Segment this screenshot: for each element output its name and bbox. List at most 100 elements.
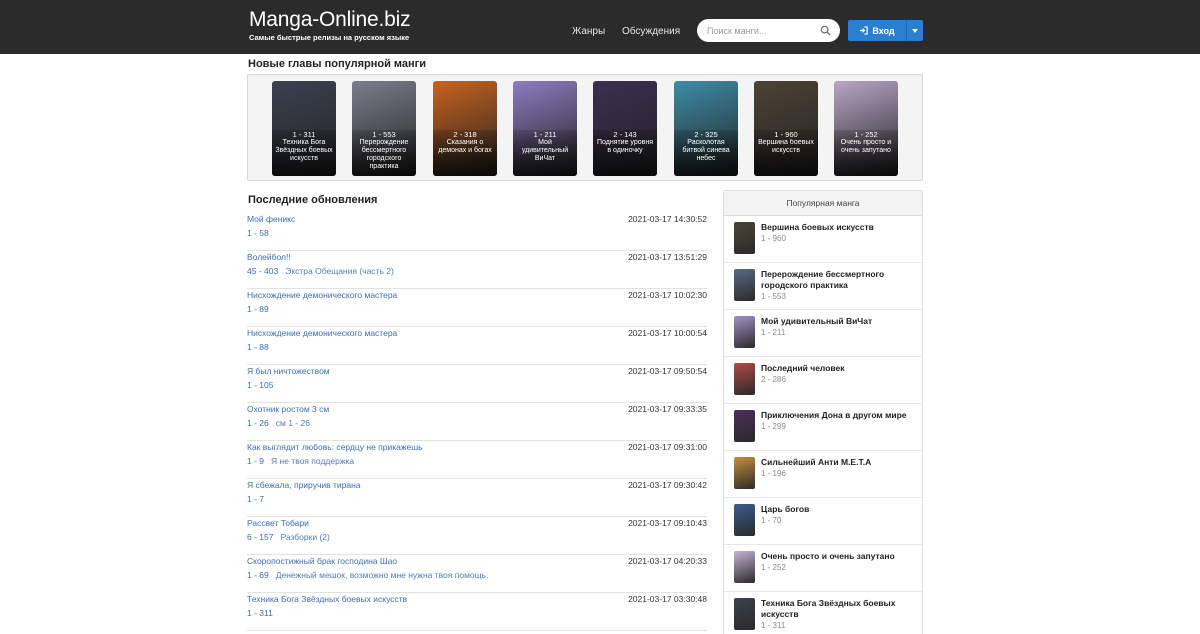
update-title-link[interactable]: Как выглядит любовь: сердцу не прикажешь bbox=[247, 442, 423, 452]
update-row: Я был ничтожеством 2021-03-17 09:50:54 1 -… bbox=[247, 365, 707, 403]
update-chapters-link[interactable]: 1 - 88 bbox=[247, 342, 269, 352]
update-chapters-link[interactable]: 1 - 9 bbox=[247, 456, 264, 466]
popular-manga-thumbnail[interactable] bbox=[734, 269, 755, 301]
update-chapter-line: 1 - 88 bbox=[247, 342, 269, 352]
update-chapter-line: 1 - 9 Я не твоя поддержка bbox=[247, 456, 354, 466]
update-chapters-link[interactable]: 1 - 7 bbox=[247, 494, 264, 504]
update-title-link[interactable]: Я сбежала, приручив тирана bbox=[247, 480, 361, 490]
popular-manga-thumbnail[interactable] bbox=[734, 504, 755, 536]
cover-chapters: 1 - 311 bbox=[292, 130, 316, 139]
popular-manga-item[interactable]: Последний человек 2 - 286 bbox=[724, 357, 922, 404]
popular-manga-thumbnail[interactable] bbox=[734, 363, 755, 395]
popular-manga-item[interactable]: Перерождение бессмертного городского пра… bbox=[724, 263, 922, 310]
update-chapters-link[interactable]: 1 - 26 bbox=[247, 418, 269, 428]
update-title-link[interactable]: Волейбол!! bbox=[247, 252, 291, 262]
popular-manga-title: Популярная манга bbox=[724, 191, 922, 216]
update-chapter-line: 6 - 157 Разборки (2) bbox=[247, 532, 330, 542]
update-chapters-link[interactable]: 1 - 58 bbox=[247, 228, 269, 238]
update-chapter-line: 1 - 7 bbox=[247, 494, 264, 504]
popular-manga-title[interactable]: Сильнейший Анти M.E.T.A bbox=[761, 457, 916, 468]
search-input[interactable] bbox=[707, 24, 817, 37]
login-button[interactable]: Вход bbox=[848, 20, 906, 41]
update-chapter-note[interactable]: см 1 - 26 bbox=[276, 418, 310, 428]
manga-cover-card[interactable]: 2 - 325 Расколотая битвой синева небес bbox=[674, 81, 738, 176]
update-chapters-link[interactable]: 45 - 403 bbox=[247, 266, 278, 276]
update-chapter-line: 1 - 105 bbox=[247, 380, 273, 390]
popular-manga-title[interactable]: Мой удивительный ВиЧат bbox=[761, 316, 916, 327]
manga-cover-card[interactable]: 2 - 318 Сказания о демонах и богах bbox=[433, 81, 497, 176]
nav-discussions[interactable]: Обсуждения bbox=[622, 26, 680, 37]
update-title-link[interactable]: Мой феникс bbox=[247, 214, 295, 224]
update-row: Скоропостижный брак господина Шао 2021-03… bbox=[247, 555, 707, 593]
popular-manga-item[interactable]: Мой удивительный ВиЧат 1 - 211 bbox=[724, 310, 922, 357]
update-chapters-link[interactable]: 1 - 69 bbox=[247, 570, 269, 580]
popular-manga-title[interactable]: Приключения Дона в другом мире bbox=[761, 410, 916, 421]
update-date: 2021-03-17 03:30:48 bbox=[628, 594, 707, 604]
login-label: Вход bbox=[872, 25, 895, 36]
popular-manga-item[interactable]: Вершина боевых искусств 1 - 960 bbox=[724, 216, 922, 263]
site-logo[interactable]: Manga-Online.biz bbox=[249, 8, 411, 32]
search-icon[interactable] bbox=[820, 25, 831, 36]
cover-title: Поднятие уровня в одиночку bbox=[596, 139, 654, 154]
popular-manga-title[interactable]: Последний человек bbox=[761, 363, 916, 374]
popular-manga-chapters: 1 - 960 bbox=[761, 234, 786, 243]
popular-manga-title[interactable]: Вершина боевых искусств bbox=[761, 222, 916, 233]
cover-title: Вершина боевых искусств bbox=[758, 139, 814, 154]
popular-manga-thumbnail[interactable] bbox=[734, 598, 755, 630]
update-chapters-link[interactable]: 6 - 157 bbox=[247, 532, 273, 542]
update-chapter-line: 1 - 311 bbox=[247, 608, 273, 618]
manga-cover-card[interactable]: 2 - 143 Поднятие уровня в одиночку bbox=[593, 81, 657, 176]
popular-manga-item[interactable]: Техника Бога Звёздных боевых искусств 1 -… bbox=[724, 592, 922, 634]
update-date: 2021-03-17 10:02:30 bbox=[628, 290, 707, 300]
cover-chapters: 2 - 143 bbox=[613, 130, 637, 139]
update-chapters-link[interactable]: 1 - 311 bbox=[247, 608, 273, 618]
cover-chapters: 2 - 318 bbox=[453, 130, 477, 139]
new-chapters-title: Новые главы популярной манги bbox=[248, 58, 427, 70]
popular-manga-thumbnail[interactable] bbox=[734, 551, 755, 583]
popular-manga-thumbnail[interactable] bbox=[734, 316, 755, 348]
update-chapters-link[interactable]: 1 - 105 bbox=[247, 380, 273, 390]
update-row: Рассвет Тобари 2021-03-17 09:10:43 6 - 157… bbox=[247, 517, 707, 555]
popular-manga-panel: Популярная манга Вершина боевых искусств… bbox=[723, 190, 923, 634]
update-title-link[interactable]: Нисхождение демонического мастера bbox=[247, 328, 397, 338]
update-chapter-note[interactable]: Экстра Обещания (часть 2) bbox=[285, 266, 394, 276]
popular-manga-title[interactable]: Очень просто и очень запутано bbox=[761, 551, 916, 562]
update-chapters-link[interactable]: 1 - 89 bbox=[247, 304, 269, 314]
update-chapter-line: 1 - 58 bbox=[247, 228, 269, 238]
cover-title: Техника Бога Звёздных боевых искусств bbox=[275, 139, 333, 162]
update-chapter-note[interactable]: Разборки (2) bbox=[280, 532, 329, 542]
update-chapter-line: 1 - 89 bbox=[247, 304, 269, 314]
popular-manga-item[interactable]: Царь богов 1 - 70 bbox=[724, 498, 922, 545]
popular-manga-title[interactable]: Перерождение бессмертного городского пра… bbox=[761, 269, 916, 291]
update-chapter-note[interactable]: Я не твоя поддержка bbox=[271, 456, 354, 466]
popular-manga-item[interactable]: Сильнейший Анти M.E.T.A 1 - 196 bbox=[724, 451, 922, 498]
update-title-link[interactable]: Нисхождение демонического мастера bbox=[247, 290, 397, 300]
popular-manga-thumbnail[interactable] bbox=[734, 222, 755, 254]
manga-cover-card[interactable]: 1 - 311 Техника Бога Звёздных боевых иску… bbox=[272, 81, 336, 176]
update-chapter-note[interactable]: Денежный мешок, возможно мне нужна твоя … bbox=[276, 570, 489, 580]
manga-cover-card[interactable]: 1 - 553 Перерождение бессмертного городск… bbox=[352, 81, 416, 176]
update-title-link[interactable]: Охотник ростом 3 см bbox=[247, 404, 329, 414]
update-date: 2021-03-17 04:20:33 bbox=[628, 556, 707, 566]
login-dropdown-toggle[interactable] bbox=[906, 20, 923, 41]
update-title-link[interactable]: Я был ничтожеством bbox=[247, 366, 330, 376]
chevron-down-icon bbox=[912, 28, 918, 33]
update-title-link[interactable]: Рассвет Тобари bbox=[247, 518, 309, 528]
popular-manga-chapters: 1 - 311 bbox=[761, 621, 786, 630]
popular-manga-title[interactable]: Царь богов bbox=[761, 504, 916, 515]
update-date: 2021-03-17 09:50:54 bbox=[628, 366, 707, 376]
popular-manga-item[interactable]: Приключения Дона в другом мире 1 - 299 bbox=[724, 404, 922, 451]
popular-manga-thumbnail[interactable] bbox=[734, 410, 755, 442]
popular-manga-title[interactable]: Техника Бога Звёздных боевых искусств bbox=[761, 598, 916, 620]
update-chapter-line: 1 - 26 см 1 - 26 bbox=[247, 418, 310, 428]
update-title-link[interactable]: Техника Бога Звёздных боевых искусств bbox=[247, 594, 407, 604]
manga-cover-card[interactable]: 1 - 960 Вершина боевых искусств bbox=[754, 81, 818, 176]
cover-title: Перерождение бессмертного городского пра… bbox=[359, 139, 409, 170]
update-title-link[interactable]: Скоропостижный брак господина Шао bbox=[247, 556, 397, 566]
manga-cover-card[interactable]: 1 - 252 Очень просто и очень запутано bbox=[834, 81, 898, 176]
manga-cover-card[interactable]: 1 - 211 Мой удивительный ВиЧат bbox=[513, 81, 577, 176]
nav-genres[interactable]: Жанры bbox=[572, 26, 605, 37]
cover-title: Сказания о демонах и богах bbox=[438, 139, 492, 154]
popular-manga-item[interactable]: Очень просто и очень запутано 1 - 252 bbox=[724, 545, 922, 592]
popular-manga-thumbnail[interactable] bbox=[734, 457, 755, 489]
